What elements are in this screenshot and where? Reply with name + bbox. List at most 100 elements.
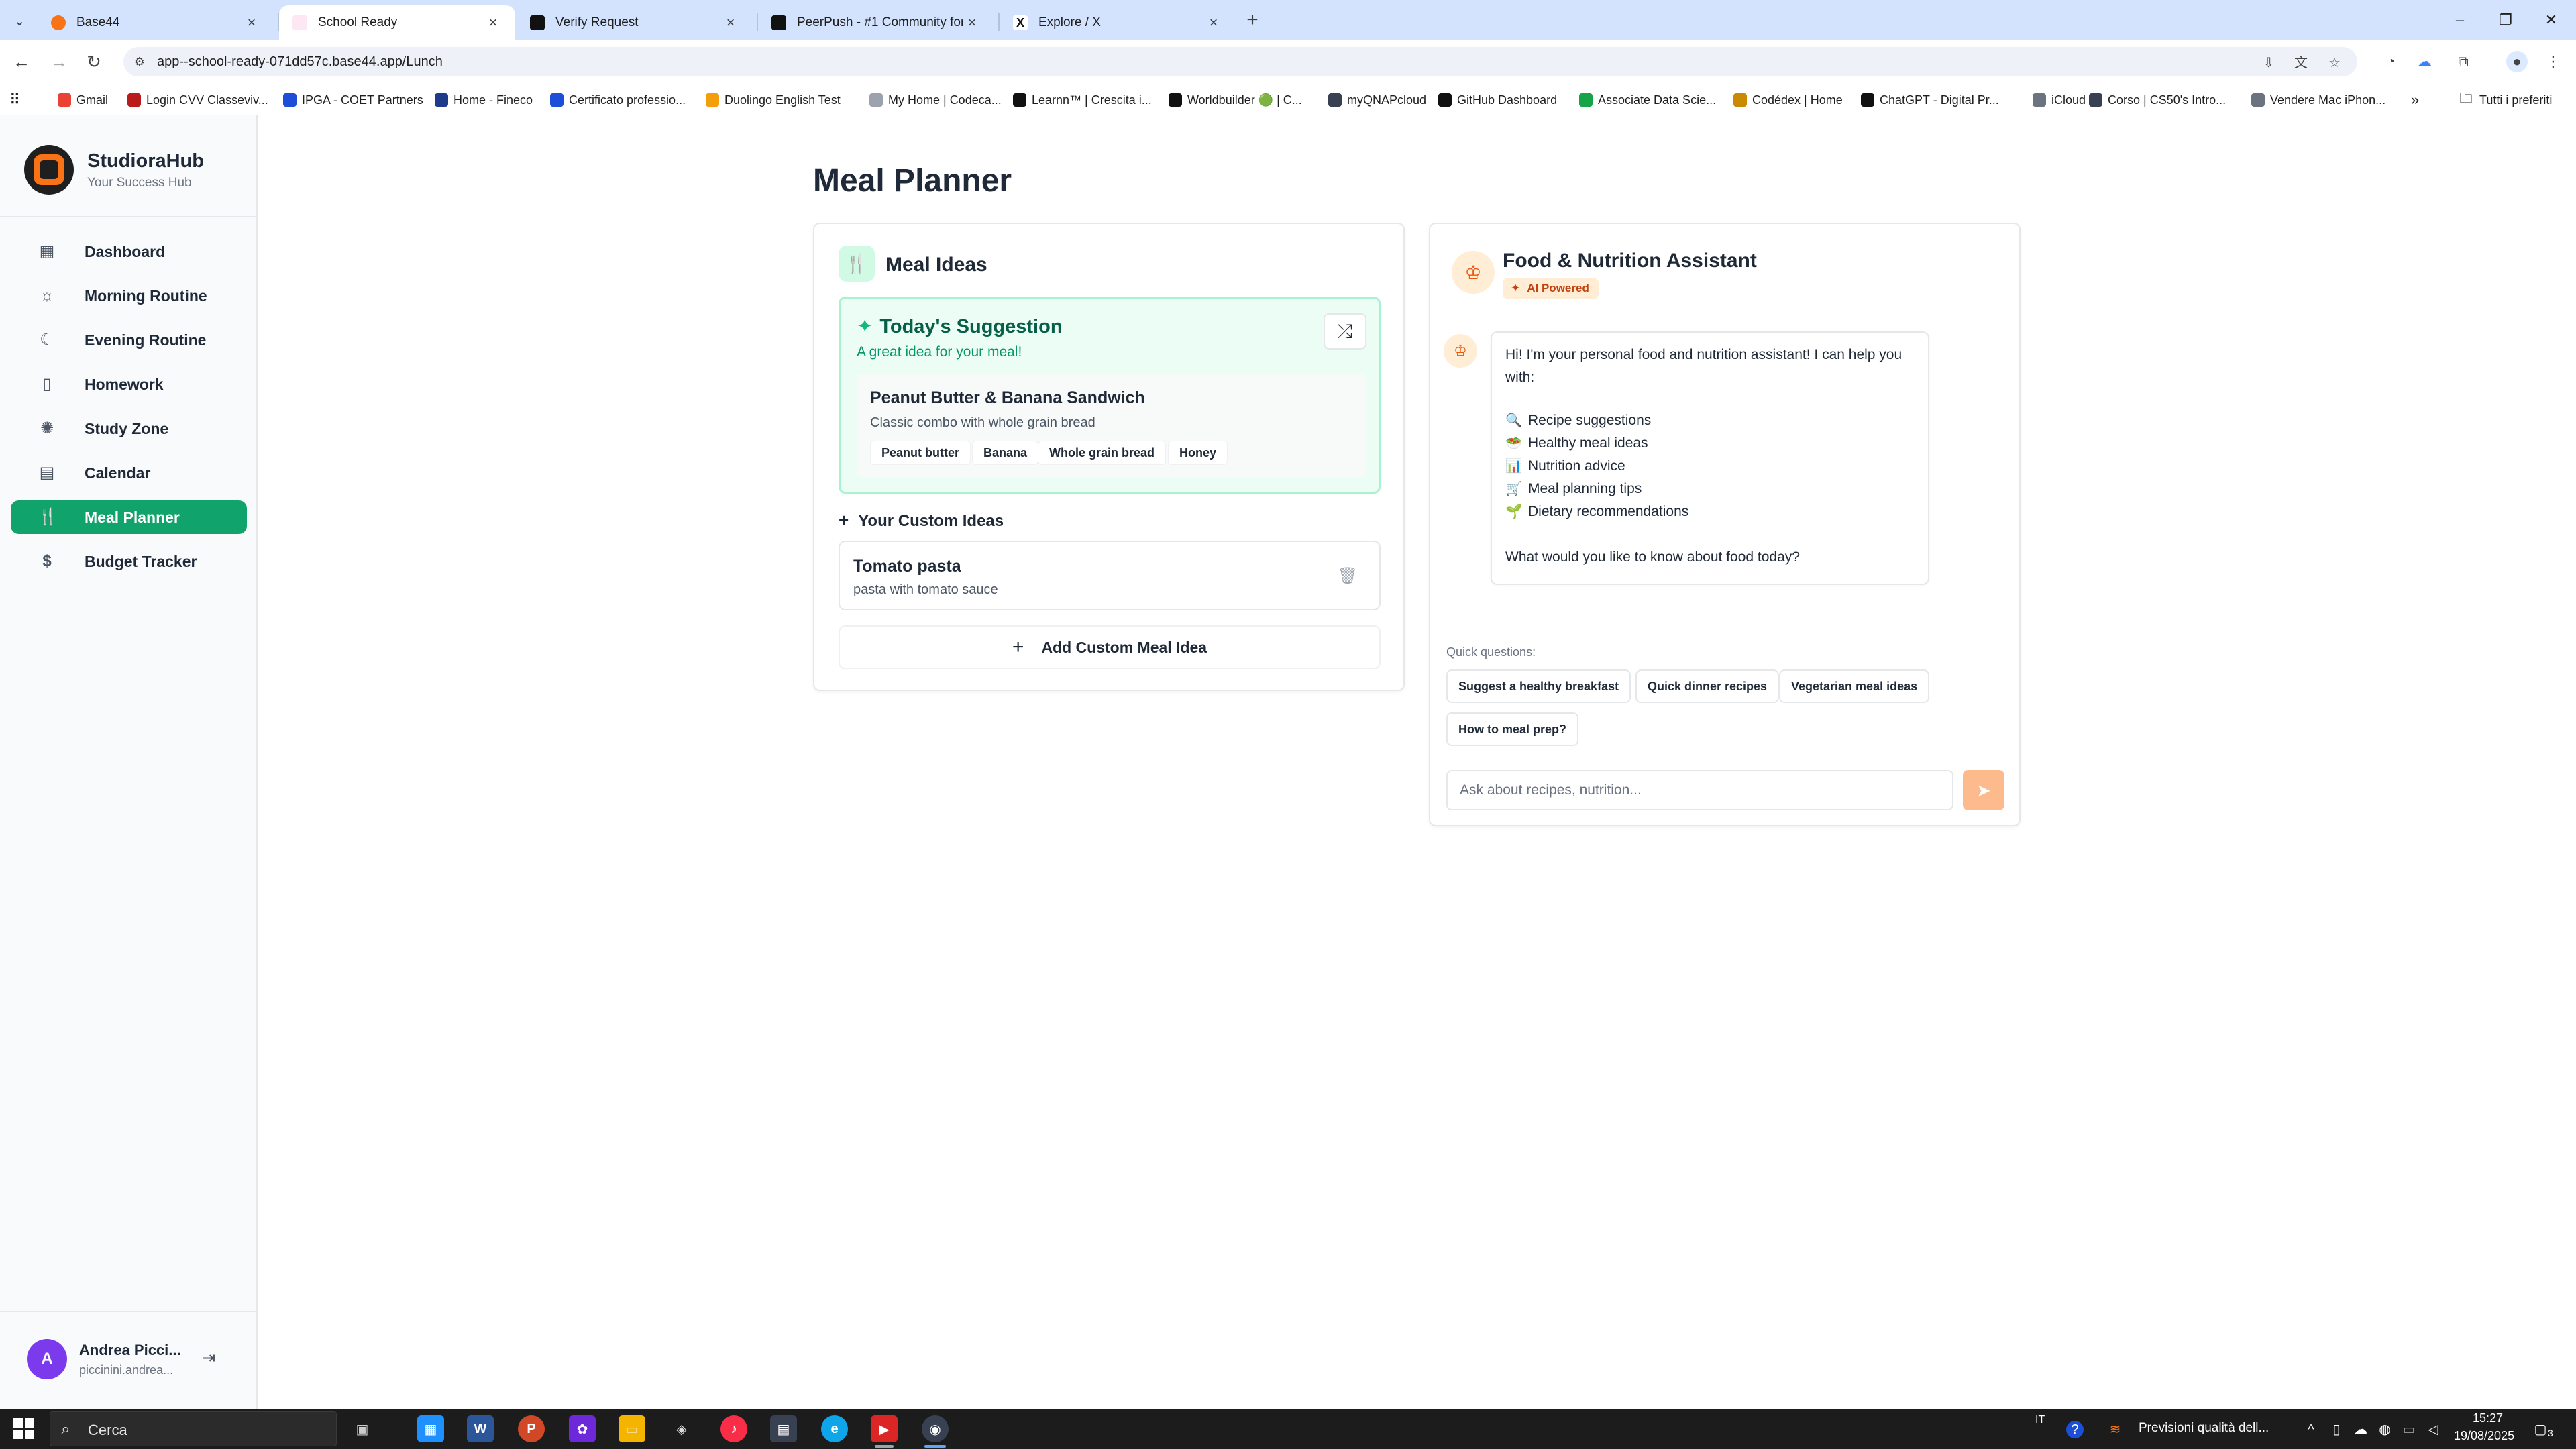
bookmark-item[interactable]: Worldbuilder 🟢 | C...	[1169, 91, 1302, 109]
battery-icon[interactable]: ▭	[2400, 1421, 2418, 1438]
music-icon[interactable]: ♪	[720, 1415, 747, 1442]
tab-base44[interactable]: Base44 ×	[38, 5, 274, 40]
history-icon[interactable]: ◔	[2380, 51, 2402, 72]
sidebar-item-budget-tracker[interactable]: $ Budget Tracker	[11, 545, 247, 578]
cart-icon: 🛒	[1505, 482, 1522, 496]
brain-icon: ✺	[40, 419, 54, 437]
store-icon[interactable]: ▦	[417, 1415, 444, 1442]
close-icon[interactable]: ×	[1205, 14, 1222, 32]
onedrive-icon[interactable]: ☁	[2352, 1421, 2369, 1438]
chevron-up-icon[interactable]: ^	[2302, 1421, 2320, 1438]
tray-app-icon[interactable]: ▯	[2328, 1421, 2345, 1438]
reload-icon[interactable]: ↻	[82, 50, 106, 74]
quick-question-button[interactable]: How to meal prep?	[1446, 712, 1579, 746]
apps-grid-icon[interactable]: ⠿	[9, 91, 20, 109]
peerpush-favicon-icon	[771, 15, 786, 30]
tab-explore-x[interactable]: X Explore / X ×	[1000, 5, 1236, 40]
volume-icon[interactable]: ◁	[2424, 1421, 2442, 1438]
quick-question-button[interactable]: Vegetarian meal ideas	[1779, 669, 1930, 703]
site-info-icon[interactable]: ⚙	[131, 54, 148, 70]
trash-icon[interactable]: 🗑	[1336, 565, 1359, 588]
bookmark-item[interactable]: Certificato professio...	[550, 91, 686, 109]
help-icon[interactable]: ?	[2066, 1421, 2084, 1438]
sidebar-item-morning-routine[interactable]: ☼ Morning Routine	[11, 279, 247, 313]
bookmark-item[interactable]: iCloud	[2033, 91, 2086, 109]
notification-icon[interactable]: ▢	[2532, 1421, 2549, 1438]
more-menu-icon[interactable]: ⋮	[2542, 51, 2564, 72]
bookmark-item[interactable]: Gmail	[58, 91, 108, 109]
verify-favicon-icon	[530, 15, 545, 30]
profile-avatar-icon[interactable]: ●	[2506, 51, 2528, 72]
shuffle-button[interactable]: ⤮	[1324, 313, 1366, 350]
bookmark-item[interactable]: Login CVV Classeviv...	[127, 91, 268, 109]
custom-ideas-header[interactable]: + Your Custom Ideas	[839, 510, 1004, 531]
quick-question-button[interactable]: Suggest a healthy breakfast	[1446, 669, 1631, 703]
close-icon[interactable]: ×	[963, 14, 981, 32]
bookmark-item[interactable]: Corso | CS50's Intro...	[2089, 91, 2226, 109]
add-custom-meal-button[interactable]: + Add Custom Meal Idea	[839, 625, 1381, 669]
bookmark-item[interactable]: My Home | Codeca...	[869, 91, 1002, 109]
word-icon[interactable]: W	[467, 1415, 494, 1442]
bookmark-item[interactable]: IPGA - COET Partners	[283, 91, 423, 109]
forward-icon[interactable]: →	[47, 50, 71, 74]
tray-app-icon[interactable]: ◍	[2376, 1421, 2394, 1438]
logout-icon[interactable]: ⇥	[199, 1348, 219, 1368]
chat-input[interactable]	[1446, 770, 1953, 810]
task-view-icon[interactable]: ▣	[349, 1415, 376, 1442]
sidebar-item-study-zone[interactable]: ✺ Study Zone	[11, 412, 247, 445]
canva-icon[interactable]: ✿	[569, 1415, 596, 1442]
tab-verify-request[interactable]: Verify Request ×	[517, 5, 753, 40]
window-close-icon[interactable]: ✕	[2528, 5, 2575, 35]
chrome-icon[interactable]: ◉	[922, 1415, 949, 1442]
file-explorer-icon[interactable]: ▭	[619, 1415, 645, 1442]
sidebar-item-evening-routine[interactable]: ☾ Evening Routine	[11, 323, 247, 357]
tab-peerpush[interactable]: PeerPush - #1 Community for I ×	[758, 5, 994, 40]
sidebar-item-calendar[interactable]: ▤ Calendar	[11, 456, 247, 490]
media-player-icon[interactable]: ▶	[871, 1415, 898, 1442]
sidebar-item-homework[interactable]: ▯ Homework	[11, 368, 247, 401]
sidebar-item-meal-planner[interactable]: 🍴 Meal Planner	[11, 500, 247, 534]
sidebar-item-dashboard[interactable]: ▦ Dashboard	[11, 235, 247, 268]
powerpoint-icon[interactable]: P	[518, 1415, 545, 1442]
tab-search-icon[interactable]: ⌄	[8, 9, 31, 32]
send-button[interactable]: ➤	[1963, 770, 2004, 810]
more-bookmarks-icon[interactable]: »	[2411, 91, 2419, 109]
tab-school-ready[interactable]: School Ready ×	[279, 5, 515, 40]
windows-start-icon[interactable]	[13, 1418, 35, 1440]
restore-icon[interactable]: ❐	[2482, 5, 2529, 35]
avatar[interactable]: A	[27, 1339, 67, 1379]
install-app-icon[interactable]: ⇩	[2259, 54, 2278, 72]
back-icon[interactable]: ←	[9, 50, 34, 74]
url-text[interactable]: app--school-ready-071dd57c.base44.app/Lu…	[157, 54, 443, 70]
weather-text[interactable]: Previsioni qualità dell...	[2139, 1421, 2269, 1436]
translate-icon[interactable]: 文	[2292, 54, 2310, 72]
bookmark-item[interactable]: Vendere Mac iPhon...	[2251, 91, 2385, 109]
bookmark-item[interactable]: Codédex | Home	[1733, 91, 1843, 109]
all-bookmarks-folder[interactable]: 🗀 Tutti i preferiti	[2459, 91, 2552, 109]
bookmark-item[interactable]: Home - Fineco	[435, 91, 533, 109]
close-icon[interactable]: ×	[484, 14, 502, 32]
calculator-icon[interactable]: ▤	[770, 1415, 797, 1442]
minimize-icon[interactable]: –	[2436, 5, 2483, 35]
clock-date[interactable]: 19/08/2025	[2454, 1429, 2514, 1443]
edge-icon[interactable]: e	[821, 1415, 848, 1442]
new-tab-button[interactable]: +	[1241, 8, 1264, 32]
address-bar[interactable]: ⚙ app--school-ready-071dd57c.base44.app/…	[123, 47, 2357, 76]
bookmark-item[interactable]: Associate Data Scie...	[1579, 91, 1716, 109]
cloud-extension-icon[interactable]: ☁	[2414, 51, 2435, 72]
bookmark-item[interactable]: Learnn™ | Crescita i...	[1013, 91, 1152, 109]
bookmark-item[interactable]: myQNAPcloud	[1328, 91, 1426, 109]
taskbar-search[interactable]: ⌕ Cerca	[50, 1411, 337, 1446]
close-icon[interactable]: ×	[243, 14, 260, 32]
weather-icon[interactable]: ≋	[2106, 1421, 2124, 1438]
close-icon[interactable]: ×	[722, 14, 739, 32]
quick-question-button[interactable]: Quick dinner recipes	[1635, 669, 1780, 703]
bookmark-item[interactable]: Duolingo English Test	[706, 91, 841, 109]
bookmark-item[interactable]: ChatGPT - Digital Pr...	[1861, 91, 1999, 109]
bookmark-item[interactable]: GitHub Dashboard	[1438, 91, 1557, 109]
bookmark-star-icon[interactable]: ☆	[2325, 54, 2344, 72]
app-icon[interactable]: ◈	[668, 1415, 695, 1442]
keyboard-language[interactable]: IT	[2035, 1414, 2045, 1426]
clock-time[interactable]: 15:27	[2473, 1411, 2503, 1426]
extensions-icon[interactable]: ⧉	[2453, 51, 2474, 72]
